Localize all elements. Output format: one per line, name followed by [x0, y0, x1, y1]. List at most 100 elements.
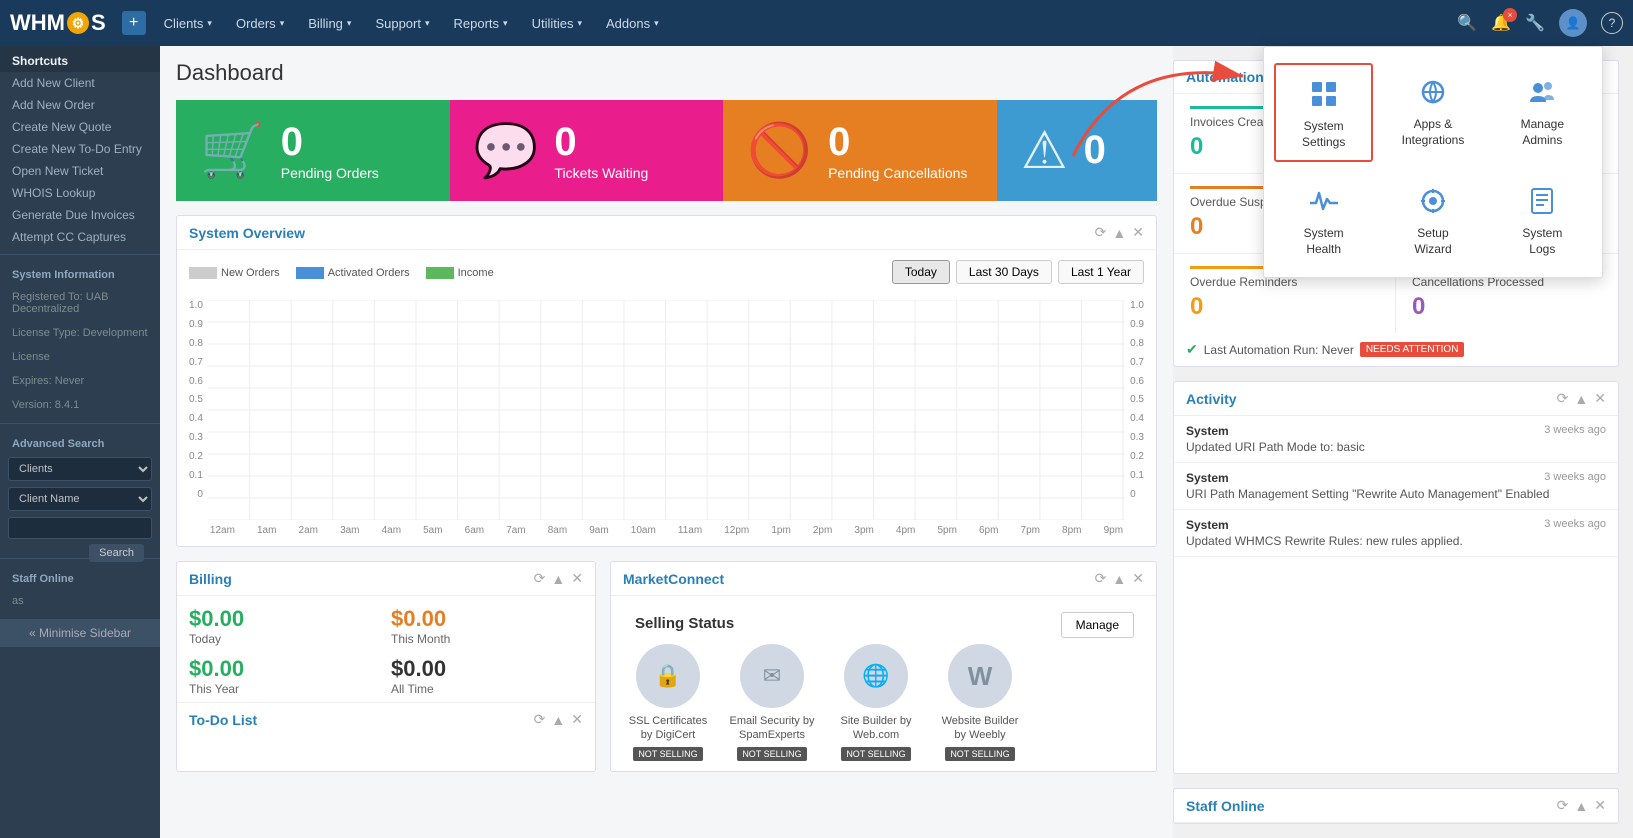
selling-status-row: Selling Status Manage — [611, 596, 1156, 638]
notification-icon[interactable]: 🔔 × — [1491, 13, 1511, 33]
todo-expand-icon[interactable]: ▲ — [551, 712, 565, 728]
system-logs-icon — [1523, 182, 1561, 220]
dropdown-grid: SystemSettings Apps &Integrations — [1274, 63, 1592, 267]
sidebar-add-client[interactable]: Add New Client — [0, 72, 160, 94]
check-icon: ✔ — [1186, 341, 1198, 358]
nav-utilities[interactable]: Utilities▾ — [522, 10, 592, 37]
ssl-icon: 🔒 — [636, 644, 700, 708]
search-input[interactable] — [8, 517, 152, 539]
page-title: Dashboard — [176, 60, 1157, 86]
billing-title: Billing — [189, 571, 528, 587]
last1year-btn[interactable]: Last 1 Year — [1058, 260, 1144, 284]
activity-refresh-icon[interactable]: ⟳ — [1557, 390, 1569, 407]
nav-support[interactable]: Support▾ — [365, 10, 439, 37]
logo-gear-icon: ⚙ — [67, 12, 89, 34]
staff-refresh-icon[interactable]: ⟳ — [1557, 797, 1569, 814]
search-field-select[interactable]: Client Name — [8, 487, 152, 511]
y-axis-income: 1.00.90.80.70.60.50.40.30.20.10 — [1125, 300, 1144, 520]
caret-icon: ▾ — [577, 18, 582, 29]
minimise-sidebar-button[interactable]: « Minimise Sidebar — [0, 619, 160, 647]
caret-icon: ▾ — [280, 18, 285, 29]
dropdown-manage-admins[interactable]: ManageAdmins — [1493, 63, 1592, 162]
activity-widget: Activity ⟳ ▲ ✕ System 3 weeks ago Update… — [1173, 381, 1619, 774]
market-close-icon[interactable]: ✕ — [1132, 570, 1144, 587]
today-btn[interactable]: Today — [892, 260, 950, 284]
stat-cards: 🛒 0 Pending Orders 💬 0 Tickets Waiting 🚫… — [176, 100, 1157, 201]
billing-today: $0.00 Today — [189, 606, 381, 646]
wrench-icon[interactable]: 🔧 — [1525, 13, 1545, 33]
todo-header: To-Do List ⟳ ▲ ✕ — [177, 702, 595, 736]
nav-clients[interactable]: Clients▾ — [154, 10, 222, 37]
dropdown-setup-wizard[interactable]: SetupWizard — [1383, 172, 1482, 267]
weebly-icon: W — [948, 644, 1012, 708]
activity-text-3: Updated WHMCS Rewrite Rules: new rules a… — [1186, 534, 1606, 548]
sidebar-whois[interactable]: WHOIS Lookup — [0, 182, 160, 204]
market-expand-icon[interactable]: ▲ — [1112, 571, 1126, 587]
caret-icon: ▾ — [207, 18, 212, 29]
staff-online-label: Staff Online — [0, 565, 160, 589]
chart-controls: Today Last 30 Days Last 1 Year — [892, 260, 1144, 284]
dropdown-system-logs[interactable]: SystemLogs — [1493, 172, 1592, 267]
nav-addons[interactable]: Addons▾ — [596, 10, 669, 37]
help-icon[interactable]: ? — [1601, 12, 1623, 34]
main-content: Dashboard 🛒 0 Pending Orders 💬 0 Tickets… — [160, 46, 1173, 838]
dropdown-system-settings[interactable]: SystemSettings — [1274, 63, 1373, 162]
close-icon[interactable]: ✕ — [1132, 224, 1144, 241]
activity-list: System 3 weeks ago Updated URI Path Mode… — [1174, 416, 1618, 557]
nav-reports[interactable]: Reports▾ — [444, 10, 518, 37]
billing-close-icon[interactable]: ✕ — [571, 570, 583, 587]
billing-today-label: Today — [189, 632, 381, 646]
todo-refresh-icon[interactable]: ⟳ — [534, 711, 546, 728]
expand-icon[interactable]: ▲ — [1112, 225, 1126, 241]
avatar[interactable]: 👤 — [1559, 9, 1587, 37]
caret-icon: ▾ — [425, 18, 430, 29]
sidebar-open-ticket[interactable]: Open New Ticket — [0, 160, 160, 182]
caret-icon: ▾ — [347, 18, 352, 29]
billing-month: $0.00 This Month — [391, 606, 583, 646]
activity-who-2: System — [1186, 471, 1229, 485]
add-button[interactable]: + — [122, 11, 146, 35]
nav-billing[interactable]: Billing▾ — [298, 10, 361, 37]
sidebar-create-quote[interactable]: Create New Quote — [0, 116, 160, 138]
billing-expand-icon[interactable]: ▲ — [551, 571, 565, 587]
weebly-badge: NOT SELLING — [945, 747, 1014, 761]
nav-orders[interactable]: Orders▾ — [226, 10, 294, 37]
staff-expand-icon[interactable]: ▲ — [1574, 798, 1588, 814]
dropdown-system-health[interactable]: SystemHealth — [1274, 172, 1373, 267]
activity-close-icon[interactable]: ✕ — [1594, 390, 1606, 407]
billing-month-amount: $0.00 — [391, 606, 583, 632]
todo-close-icon[interactable]: ✕ — [571, 711, 583, 728]
sidebar-add-order[interactable]: Add New Order — [0, 94, 160, 116]
chart-legend: New Orders Activated Orders Income — [189, 267, 494, 279]
activity-text-1: Updated URI Path Mode to: basic — [1186, 440, 1606, 454]
staff-online-widget: Staff Online ⟳ ▲ ✕ — [1173, 788, 1619, 824]
activity-header: Activity ⟳ ▲ ✕ — [1174, 382, 1618, 416]
search-button[interactable]: Search — [89, 544, 144, 562]
search-type-select[interactable]: Clients — [8, 457, 152, 481]
sitebuilder-badge: NOT SELLING — [841, 747, 910, 761]
dropdown-setup-wizard-label: SetupWizard — [1414, 226, 1451, 257]
last30days-btn[interactable]: Last 30 Days — [956, 260, 1052, 284]
dropdown-apps-label: Apps &Integrations — [1402, 117, 1465, 148]
search-icon[interactable]: 🔍 — [1457, 13, 1477, 33]
sidebar-cc-captures[interactable]: Attempt CC Captures — [0, 226, 160, 248]
sidebar-due-invoices[interactable]: Generate Due Invoices — [0, 204, 160, 226]
ssl-label: SSL Certificates by DigiCert — [623, 714, 713, 743]
activity-who-1: System — [1186, 424, 1229, 438]
chat-icon: 💬 — [474, 120, 539, 181]
manage-button[interactable]: Manage — [1061, 612, 1134, 638]
billing-refresh-icon[interactable]: ⟳ — [534, 570, 546, 587]
refresh-icon[interactable]: ⟳ — [1095, 224, 1107, 241]
sidebar-create-todo[interactable]: Create New To-Do Entry — [0, 138, 160, 160]
warning-icon: ⚠ — [1021, 121, 1068, 181]
logo: WHM⚙S — [10, 10, 106, 36]
sysinfo-expires: Expires: Never — [0, 369, 160, 393]
billing-month-label: This Month — [391, 632, 583, 646]
staff-close-icon[interactable]: ✕ — [1594, 797, 1606, 814]
marketconnect-header: MarketConnect ⟳ ▲ ✕ — [611, 562, 1156, 596]
manage-admins-icon — [1523, 73, 1561, 111]
market-refresh-icon[interactable]: ⟳ — [1095, 570, 1107, 587]
dropdown-apps[interactable]: Apps &Integrations — [1383, 63, 1482, 162]
activity-expand-icon[interactable]: ▲ — [1574, 391, 1588, 407]
selling-weebly: W Website Builder by Weebly NOT SELLING — [935, 644, 1025, 761]
